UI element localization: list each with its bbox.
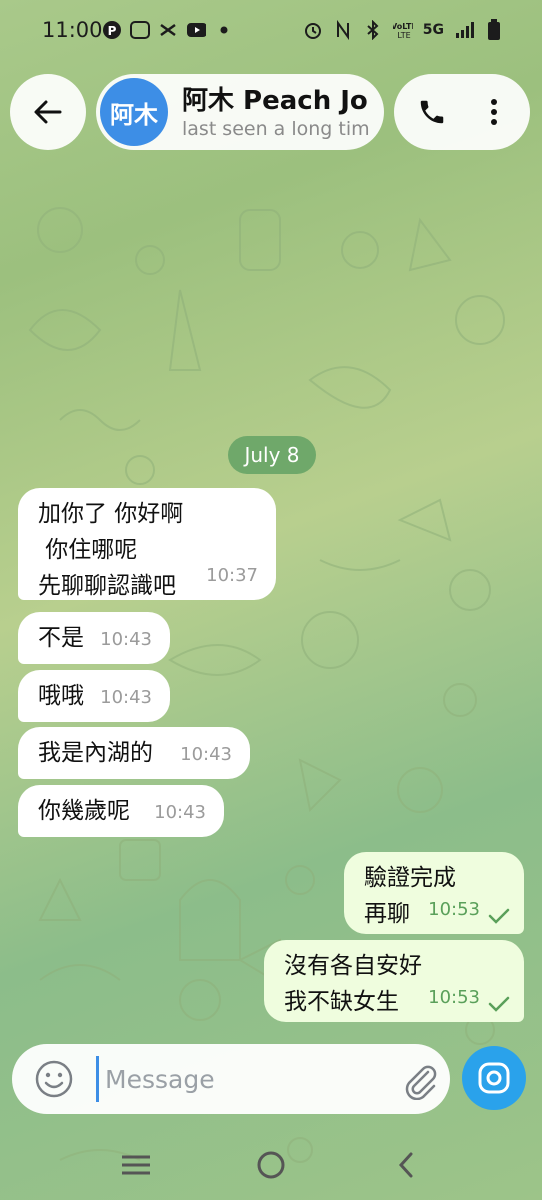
avatar[interactable]: 阿木 xyxy=(100,78,168,146)
status-left-icons: P xyxy=(102,20,234,40)
message-time: 10:43 xyxy=(100,629,152,650)
message-bubble-incoming[interactable]: 不是 10:43 xyxy=(18,612,170,664)
camera-icon xyxy=(478,1062,510,1094)
more-options-button[interactable] xyxy=(474,92,514,132)
message-bubble-incoming[interactable]: 哦哦 10:43 xyxy=(18,670,170,722)
message-bubble-incoming[interactable]: 你幾歲呢 10:43 xyxy=(18,785,224,837)
message-composer xyxy=(12,1044,450,1114)
contact-name: 阿木 Peach Jo xyxy=(182,86,368,116)
home-circle-icon xyxy=(257,1151,285,1179)
status-right-icons: VoLTELTE 5G xyxy=(303,19,504,40)
message-time: 10:37 xyxy=(206,565,258,586)
volte-icon: VoLTELTE xyxy=(393,20,413,40)
back-button[interactable] xyxy=(10,74,86,150)
message-bubble-incoming[interactable]: 加你了 你好啊 你住哪呢 先聊聊認識吧 10:37 xyxy=(18,488,276,600)
paperclip-icon xyxy=(405,1065,437,1101)
signal-icon xyxy=(454,20,474,40)
contact-info-header[interactable]: 阿木 阿木 Peach Jo last seen a long tim xyxy=(96,74,384,150)
p-app-icon: P xyxy=(102,20,122,40)
system-navigation-bar xyxy=(0,1126,542,1200)
svg-text:VoLTE: VoLTE xyxy=(393,22,413,31)
attach-button[interactable] xyxy=(400,1060,440,1101)
system-back-button[interactable] xyxy=(386,1148,426,1182)
message-bubble-outgoing[interactable]: 沒有各自安好 我不缺女生 10:53 xyxy=(264,940,524,1022)
more-vertical-icon xyxy=(491,99,497,125)
checkmark-icon xyxy=(488,908,510,924)
emoji-button[interactable] xyxy=(34,1059,74,1099)
svg-text:LTE: LTE xyxy=(397,31,410,40)
line-app-icon xyxy=(130,20,150,40)
alarm-icon xyxy=(303,20,323,40)
network-type: 5G xyxy=(422,22,444,38)
home-button[interactable] xyxy=(251,1148,291,1182)
phone-icon xyxy=(420,100,444,124)
dot-icon xyxy=(214,20,234,40)
status-time: 11:00 xyxy=(42,18,103,42)
date-separator: July 8 xyxy=(228,436,316,474)
capcut-icon xyxy=(158,20,178,40)
nfc-icon xyxy=(333,20,353,40)
recent-apps-button[interactable] xyxy=(116,1148,156,1182)
camera-button[interactable] xyxy=(462,1046,526,1110)
youtube-icon xyxy=(186,20,206,40)
svg-text:P: P xyxy=(108,24,117,38)
smiley-icon xyxy=(35,1060,73,1098)
battery-icon xyxy=(484,19,504,40)
message-input[interactable] xyxy=(96,1056,385,1102)
chevron-left-icon xyxy=(398,1152,413,1178)
checkmark-icon xyxy=(488,996,510,1012)
bluetooth-icon xyxy=(363,20,383,40)
message-time: 10:43 xyxy=(180,744,232,765)
arrow-left-icon xyxy=(34,100,62,124)
recents-icon xyxy=(122,1155,150,1175)
contact-last-seen: last seen a long tim xyxy=(182,118,370,140)
header-actions xyxy=(394,74,530,150)
message-time: 10:53 xyxy=(428,987,480,1008)
message-time: 10:43 xyxy=(154,802,206,823)
message-bubble-outgoing[interactable]: 驗證完成 再聊 10:53 xyxy=(344,852,524,934)
message-time: 10:53 xyxy=(428,899,480,920)
call-button[interactable] xyxy=(412,92,452,132)
message-bubble-incoming[interactable]: 我是內湖的 10:43 xyxy=(18,727,250,779)
status-bar: 11:00 P VoLTELTE 5G xyxy=(0,0,542,64)
message-time: 10:43 xyxy=(100,687,152,708)
